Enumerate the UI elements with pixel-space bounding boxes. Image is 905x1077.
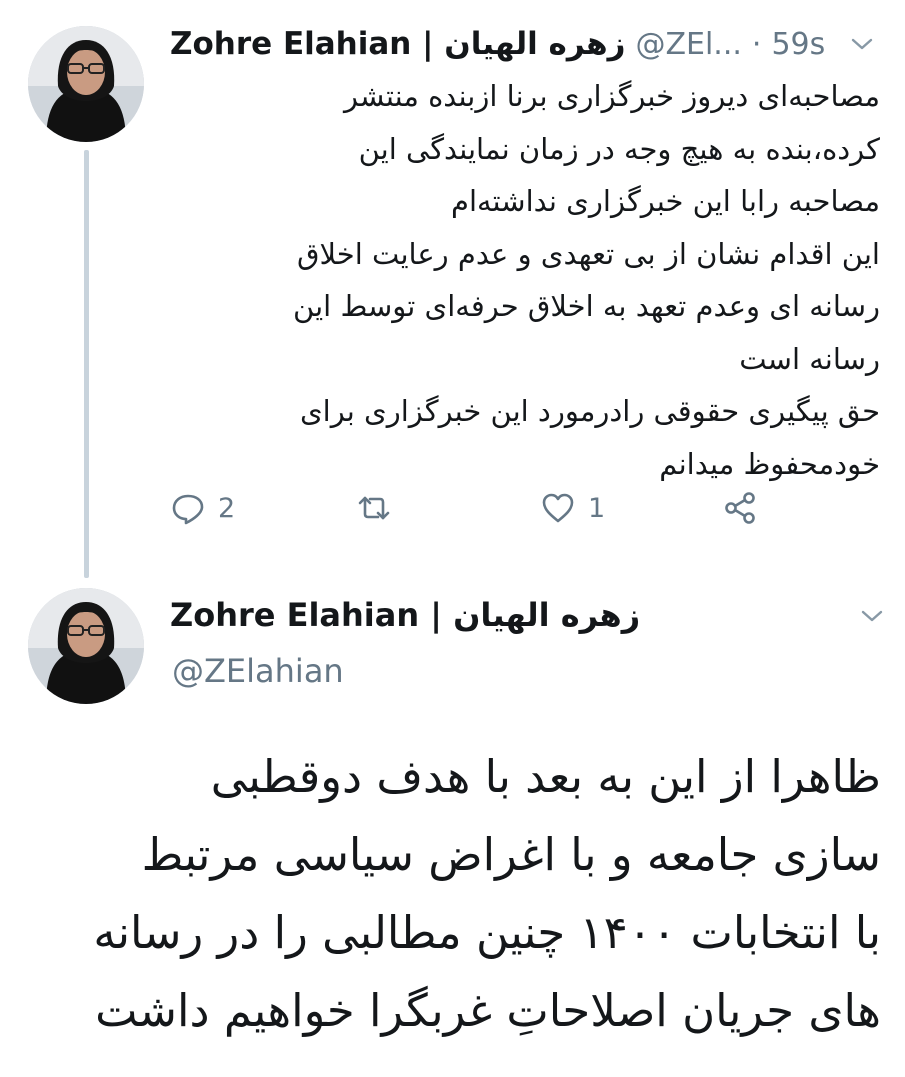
avatar[interactable] xyxy=(28,588,144,704)
tweet-time[interactable]: 59s xyxy=(771,27,825,62)
chevron-down-icon[interactable] xyxy=(860,604,884,628)
author-handle[interactable]: @ZEl... xyxy=(635,27,741,62)
separator: · xyxy=(751,26,762,62)
like-button[interactable]: 1 xyxy=(540,490,605,526)
tweet-text-line: کرده،بنده به هیچ وجه در زمان نمایندگی ای… xyxy=(358,131,880,166)
reply-button[interactable]: 2 xyxy=(170,490,235,526)
share-button[interactable] xyxy=(722,490,758,526)
chevron-down-icon[interactable] xyxy=(850,32,874,56)
tweet-text-line: رسانه است xyxy=(739,341,880,376)
tweet-header: Zohre Elahian | زهره الهیان @ZEl... · 59… xyxy=(170,22,877,66)
tweet-text-line: مصاحبه‌ای دیروز خبرگزاری برنا ازبنده منت… xyxy=(343,79,880,113)
like-count: 1 xyxy=(588,492,606,524)
tweet-text: ظاهرا از این به بعد با هدف دوقطبی سازی ج… xyxy=(25,738,881,1050)
thread-line xyxy=(84,150,89,578)
tweet-text-line: با انتخابات ۱۴۰۰ چنین مطالبی را در رسانه xyxy=(93,906,881,959)
heart-icon xyxy=(542,493,574,523)
reply-icon xyxy=(172,494,204,525)
author-handle[interactable]: @ZElahian xyxy=(172,652,344,690)
share-icon xyxy=(725,492,755,524)
avatar[interactable] xyxy=(28,26,144,142)
retweet-button[interactable] xyxy=(356,490,404,526)
tweet-text-line: های جریان اصلاحاتِ غربگرا خواهیم داشت xyxy=(95,984,881,1037)
tweet-text-line: این اقدام نشان از بی تعهدی و عدم رعایت ا… xyxy=(296,236,880,271)
author-name[interactable]: Zohre Elahian | زهره الهیان xyxy=(170,596,640,634)
reply-count: 2 xyxy=(218,492,236,524)
tweet-text-line: مصاحبه رابا این خبرگزاری نداشته‌ام xyxy=(451,184,880,218)
tweet-text-line: سازی جامعه و با اغراض سیاسی مرتبط xyxy=(141,828,881,881)
tweet-header: Zohre Elahian | زهره الهیان xyxy=(170,596,640,634)
tweet-text-line: ظاهرا از این به بعد با هدف دوقطبی xyxy=(210,750,881,803)
tweet-text: مصاحبه‌ای دیروز خبرگزاری برنا ازبنده منت… xyxy=(170,70,880,490)
retweet-icon xyxy=(358,496,390,520)
tweet-text-line: حق پیگیری حقوقی رادرمورد این خبرگزاری بر… xyxy=(299,394,880,428)
author-name[interactable]: Zohre Elahian | زهره الهیان xyxy=(170,26,625,62)
tweet-text-line: رسانه ای وعدم تعهد به اخلاق حرفه‌ای توسط… xyxy=(293,289,880,323)
tweet-actions: 2 1 xyxy=(170,490,790,534)
tweet-text-line: خودمحفوظ میدانم xyxy=(659,446,880,481)
